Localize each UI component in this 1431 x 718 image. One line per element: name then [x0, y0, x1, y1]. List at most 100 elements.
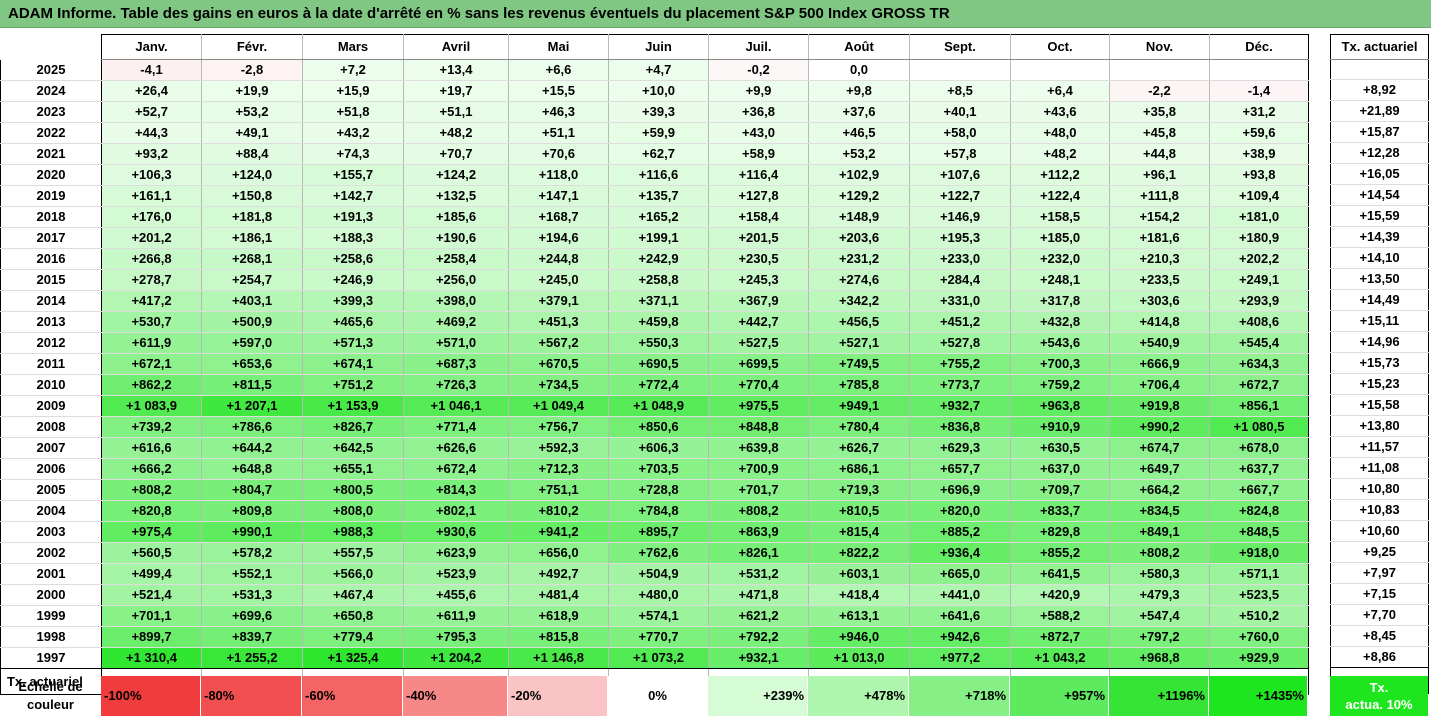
gain-cell: +592,3 [508, 437, 609, 459]
gain-cell: +946,0 [808, 626, 910, 648]
month-header: Déc. [1209, 34, 1309, 60]
gain-cell: +181,6 [1109, 227, 1210, 249]
month-header: Mai [508, 34, 609, 60]
gain-cell: +456,5 [808, 311, 910, 333]
gain-cell: +40,1 [909, 101, 1011, 123]
year-label: 2014 [0, 290, 102, 312]
gain-cell: +588,2 [1010, 605, 1110, 627]
gain-cell: +834,5 [1109, 500, 1210, 522]
gain-cell: +417,2 [101, 290, 202, 312]
gain-cell: +168,7 [508, 206, 609, 228]
table-row: 2002 +560,5 +578,2 +557,5 +623,9 +656,0 +762,6… [0, 542, 1309, 564]
gain-cell: +1 146,8 [508, 647, 609, 669]
gain-cell: +810,2 [508, 500, 609, 522]
gain-cell: +148,9 [808, 206, 910, 228]
color-swatch: +239% [708, 676, 808, 716]
gain-cell: +839,7 [201, 626, 303, 648]
table-row: 1999 +701,1 +699,6 +650,8 +611,9 +618,9 +574,1… [0, 605, 1309, 627]
gain-cell: +670,5 [508, 353, 609, 375]
annual-rate-cell: +15,11 [1330, 310, 1429, 333]
gain-cell: +785,8 [808, 374, 910, 396]
gain-cell: +712,3 [508, 458, 609, 480]
gain-cell: +481,4 [508, 584, 609, 606]
year-label: 2016 [0, 248, 102, 270]
gain-cell: +540,9 [1109, 332, 1210, 354]
gain-cell: +31,2 [1209, 101, 1309, 123]
gain-cell: +932,1 [708, 647, 809, 669]
annual-rate-cell: +15,59 [1330, 205, 1429, 228]
gain-cell: +199,1 [608, 227, 709, 249]
gain-cell: +57,8 [909, 143, 1011, 165]
gain-cell: +59,9 [608, 122, 709, 144]
table-row: 2019 +161,1 +150,8 +142,7 +132,5 +147,1 +135,7… [0, 185, 1309, 207]
gain-cell: +949,1 [808, 395, 910, 417]
annual-rate-cell: +15,73 [1330, 352, 1429, 375]
gain-cell: +656,0 [508, 542, 609, 564]
gain-cell: +246,9 [302, 269, 404, 291]
gain-cell: +929,9 [1209, 647, 1309, 669]
year-label: 2012 [0, 332, 102, 354]
annual-rate-cell: +10,80 [1330, 478, 1429, 501]
page-title: ADAM Informe. Table des gains en euros à… [0, 0, 1431, 28]
gain-cell: +1 013,0 [808, 647, 910, 669]
gain-cell: +38,9 [1209, 143, 1309, 165]
table-row: 2013 +530,7 +500,9 +465,6 +469,2 +451,3 +459,8… [0, 311, 1309, 333]
annual-rate-cell [1330, 59, 1429, 81]
gain-cell: +43,2 [302, 122, 404, 144]
annual-rate-cell: +13,80 [1330, 415, 1429, 438]
gain-cell: +930,6 [403, 521, 509, 543]
table-row: 2001 +499,4 +552,1 +566,0 +523,9 +492,7 +504,9… [0, 563, 1309, 585]
gain-cell: +492,7 [508, 563, 609, 585]
gain-cell: +672,1 [101, 353, 202, 375]
annual-rate-cell: +10,60 [1330, 520, 1429, 543]
gain-cell: +46,5 [808, 122, 910, 144]
gain-cell: +637,0 [1010, 458, 1110, 480]
gain-cell: +403,1 [201, 290, 303, 312]
gain-cell: +1 080,5 [1209, 416, 1309, 438]
gain-cell: +210,3 [1109, 248, 1210, 270]
table-row: 2008 +739,2 +786,6 +826,7 +771,4 +756,7 +850,6… [0, 416, 1309, 438]
gain-cell: +158,5 [1010, 206, 1110, 228]
gain-cell: +459,8 [608, 311, 709, 333]
gain-cell: +37,6 [808, 101, 910, 123]
gain-cell: +648,8 [201, 458, 303, 480]
year-label: 2001 [0, 563, 102, 585]
color-swatch: +1196% [1109, 676, 1209, 716]
gain-cell: +135,7 [608, 185, 709, 207]
gain-cell: +603,1 [808, 563, 910, 585]
gain-cell: +666,9 [1109, 353, 1210, 375]
gain-cell: +531,2 [708, 563, 809, 585]
gain-cell: +728,8 [608, 479, 709, 501]
gain-cell: +418,4 [808, 584, 910, 606]
year-label: 1998 [0, 626, 102, 648]
gain-cell: +826,7 [302, 416, 404, 438]
table-row: 2023 +52,7 +53,2 +51,8 +51,1 +46,3 +39,3 +36,8 +… [0, 101, 1309, 123]
gain-cell: +96,1 [1109, 164, 1210, 186]
gain-cell: +258,8 [608, 269, 709, 291]
annual-rate-cell: +8,92 [1330, 79, 1429, 102]
gain-cell: +756,7 [508, 416, 609, 438]
gain-cell: +469,2 [403, 311, 509, 333]
gain-cell: +792,2 [708, 626, 809, 648]
gain-cell: +701,7 [708, 479, 809, 501]
annual-rate-cell: +7,70 [1330, 604, 1429, 627]
gain-cell: +780,4 [808, 416, 910, 438]
gain-cell: +70,7 [403, 143, 509, 165]
gain-cell: +147,1 [508, 185, 609, 207]
gain-cell: +700,9 [708, 458, 809, 480]
gain-cell: +203,6 [808, 227, 910, 249]
annual-rate-cell: +15,58 [1330, 394, 1429, 417]
gain-cell: +629,3 [909, 437, 1011, 459]
gain-cell: +751,1 [508, 479, 609, 501]
gain-cell: +667,7 [1209, 479, 1309, 501]
gain-cell: +451,2 [909, 311, 1011, 333]
month-header: Nov. [1109, 34, 1210, 60]
gain-cell: +618,9 [508, 605, 609, 627]
year-label: 2018 [0, 206, 102, 228]
gain-cell: +161,1 [101, 185, 202, 207]
gain-cell: +19,7 [403, 80, 509, 102]
gain-cell: +666,2 [101, 458, 202, 480]
gain-cell: +653,6 [201, 353, 303, 375]
color-swatch: +718% [909, 676, 1010, 716]
gain-cell: +268,1 [201, 248, 303, 270]
